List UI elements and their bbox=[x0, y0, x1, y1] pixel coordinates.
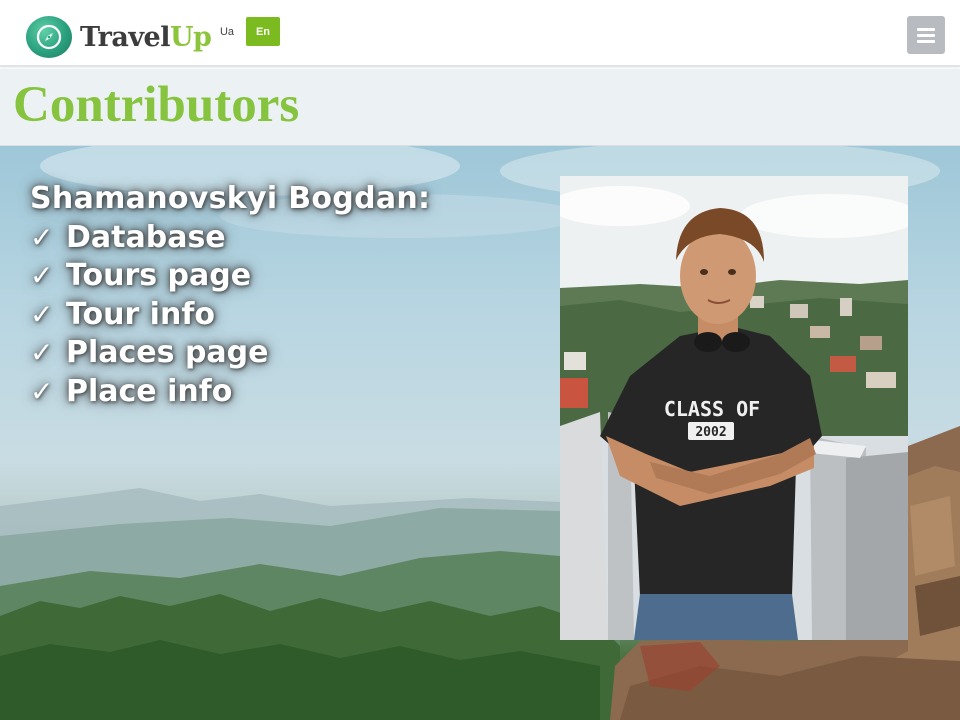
brand-name-part1: Travel bbox=[80, 21, 170, 53]
task-item: ✓ Place info bbox=[30, 373, 550, 412]
hamburger-bar bbox=[917, 27, 935, 31]
shirt-print-line2: 2002 bbox=[695, 425, 726, 440]
hamburger-bar bbox=[917, 33, 935, 37]
contributor-photo: CLASS OF 2002 bbox=[560, 176, 908, 640]
brand-logo[interactable]: TravelUp bbox=[26, 15, 212, 59]
lang-en-button[interactable]: En bbox=[246, 17, 280, 46]
contributor-name: Shamanovskyi Bogdan: bbox=[30, 181, 431, 216]
task-item: ✓ Database bbox=[30, 219, 550, 258]
brand-name-part2: Up bbox=[169, 21, 212, 53]
brand-name: TravelUp bbox=[80, 21, 212, 53]
contributor-photo-illustration: CLASS OF 2002 bbox=[560, 176, 908, 640]
task-item: ✓ Tour info bbox=[30, 296, 550, 335]
task-label: Place info bbox=[66, 373, 233, 409]
task-label: Places page bbox=[66, 335, 269, 370]
checkmark-icon: ✓ bbox=[30, 336, 54, 369]
page-title: Contributors bbox=[13, 77, 300, 133]
shirt-print-line1: CLASS OF bbox=[664, 397, 760, 421]
compass-icon bbox=[26, 16, 72, 58]
hamburger-icon[interactable] bbox=[907, 16, 945, 54]
checkmark-icon: ✓ bbox=[30, 374, 54, 408]
task-item: ✓ Places page bbox=[30, 334, 550, 373]
checkmark-icon: ✓ bbox=[30, 297, 54, 331]
task-label: Database bbox=[66, 219, 226, 255]
contributor-block: Shamanovskyi Bogdan: ✓ Database ✓ Tours … bbox=[30, 180, 550, 411]
checkmark-icon: ✓ bbox=[30, 220, 54, 254]
title-band: Contributors bbox=[0, 69, 960, 146]
task-label: Tour info bbox=[66, 296, 215, 332]
lang-ua-button[interactable]: Ua bbox=[212, 17, 242, 46]
task-label: Tours page bbox=[66, 258, 252, 293]
checkmark-icon: ✓ bbox=[30, 259, 54, 292]
hamburger-bar bbox=[917, 39, 935, 43]
site-header: TravelUp Ua En bbox=[0, 0, 960, 67]
task-item: ✓ Tours page bbox=[30, 257, 550, 296]
